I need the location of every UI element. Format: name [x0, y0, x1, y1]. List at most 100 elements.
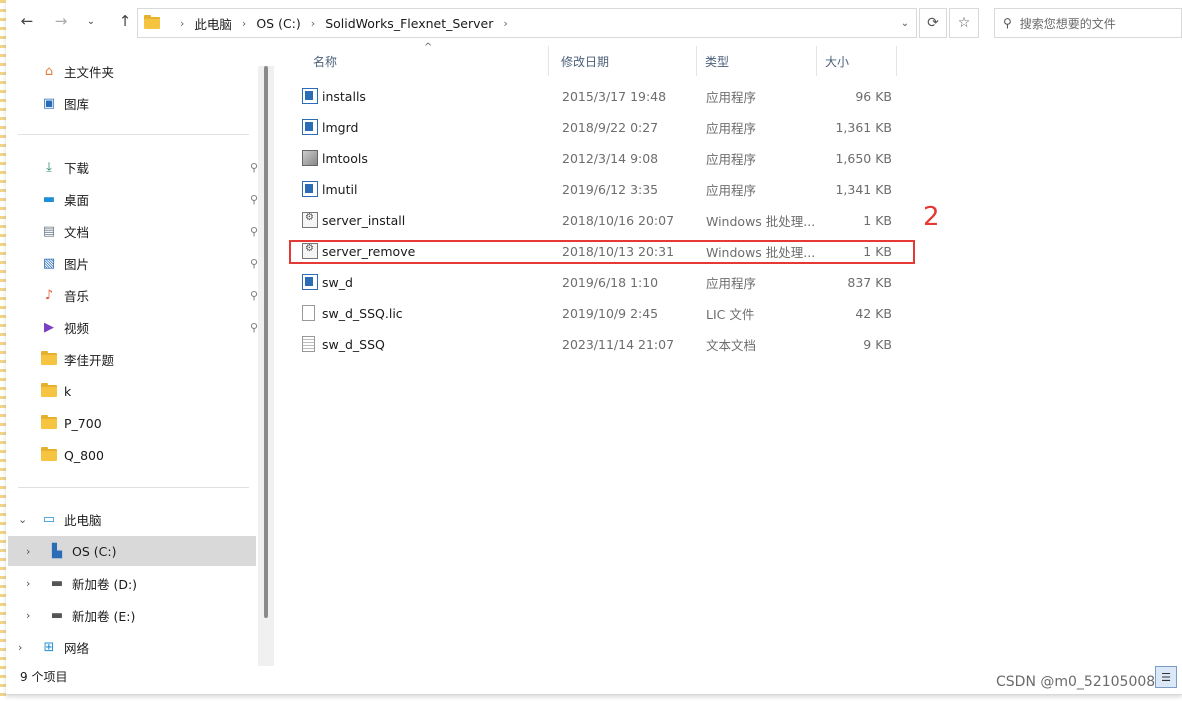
file-row[interactable]: sw_d 2019/6/18 1:10 应用程序 837 KB	[295, 268, 895, 296]
column-header-name[interactable]: 名称	[305, 46, 549, 76]
file-size: 1,361 KB	[835, 119, 892, 135]
back-arrow-icon[interactable]: ←	[14, 6, 40, 36]
nav-item-label: P_700	[64, 415, 102, 431]
chevron-right-icon[interactable]: ›	[26, 545, 30, 558]
pin-icon[interactable]: ⚲	[250, 193, 258, 206]
address-dropdown-icon[interactable]: ⌄	[894, 9, 916, 37]
file-date: 2012/3/14 9:08	[562, 150, 659, 166]
file-date: 2019/6/12 3:35	[562, 181, 659, 197]
drive-icon: ▙	[52, 543, 62, 559]
chevron-down-icon[interactable]: ⌄	[78, 6, 104, 36]
pin-icon[interactable]: ⚲	[250, 257, 258, 270]
chevron-right-icon: ›	[310, 16, 316, 30]
file-row[interactable]: server_install 2018/10/16 20:07 Windows 批处…	[295, 206, 895, 234]
nav-item-label: 此电脑	[64, 512, 102, 528]
column-header-date[interactable]: 修改日期	[553, 46, 697, 76]
file-doc-icon	[302, 305, 315, 321]
file-row[interactable]: lmtools 2012/3/14 9:08 应用程序 1,650 KB	[295, 144, 895, 172]
nav-item-label: Q_800	[64, 447, 104, 463]
network-icon: ⊞	[43, 639, 55, 655]
chevron-right-icon: ›	[241, 16, 247, 30]
watermark: CSDN @m0_52105008	[996, 674, 1156, 690]
chevron-right-icon[interactable]: ›	[18, 641, 22, 654]
nav-item-music[interactable]: ♪ 音乐 ⚲	[6, 280, 258, 310]
nav-item-label: 视频	[64, 320, 90, 336]
search-input[interactable]: ⚲ 搜索您想要的文件	[994, 8, 1182, 38]
up-arrow-icon[interactable]: ↑	[112, 6, 138, 36]
nav-item-label: 文档	[64, 224, 90, 240]
chevron-down-icon[interactable]: ⌄	[18, 513, 27, 526]
file-name: lmtools	[322, 150, 368, 166]
file-type: 应用程序	[706, 182, 757, 198]
status-item-count: 9 个项目	[20, 670, 68, 684]
folder-icon	[40, 415, 58, 431]
file-size: 96 KB	[855, 88, 892, 104]
nav-item-network[interactable]: › ⊞ 网络	[6, 632, 258, 662]
chevron-right-icon[interactable]: ›	[26, 577, 30, 590]
column-header-type[interactable]: 类型	[697, 46, 817, 76]
nav-scrollbar-thumb[interactable]	[264, 66, 268, 618]
file-explorer-window: ← → ⌄ ↑ › 此电脑 › OS (C:) › SolidWorks_Fle…	[6, 0, 1182, 695]
pin-icon[interactable]: ⚲	[250, 225, 258, 238]
file-type: Windows 批处理...	[706, 213, 816, 229]
nav-item-folder[interactable]: k	[6, 376, 258, 406]
forward-arrow-icon[interactable]: →	[48, 6, 74, 36]
nav-item-folder[interactable]: 李佳开题	[6, 344, 258, 374]
download-icon: ⤓	[46, 159, 52, 175]
star-icon[interactable]: ☆	[949, 8, 979, 38]
file-name: lmutil	[322, 181, 358, 197]
nav-item-downloads[interactable]: ⤓ 下载 ⚲	[6, 152, 258, 182]
nav-item-label: 李佳开题	[64, 352, 115, 368]
file-row[interactable]: lmutil 2019/6/12 3:35 应用程序 1,341 KB	[295, 175, 895, 203]
file-row[interactable]: sw_d_SSQ 2023/11/14 21:07 文本文档 9 KB	[295, 330, 895, 358]
nav-item-this-pc[interactable]: ⌄ ▭ 此电脑	[6, 504, 258, 534]
nav-item-folder[interactable]: Q_800	[6, 440, 258, 470]
nav-item-pictures[interactable]: ▧ 图片 ⚲	[6, 248, 258, 278]
computer-icon: ▭	[42, 511, 56, 527]
file-name: server_install	[322, 212, 406, 228]
nav-item-label: 图片	[64, 256, 90, 272]
folder-icon	[40, 383, 58, 399]
nav-item-folder[interactable]: P_700	[6, 408, 258, 438]
file-date: 2023/11/14 21:07	[562, 336, 675, 352]
nav-item-home[interactable]: ⌂ 主文件夹	[6, 56, 258, 86]
folder-icon	[144, 15, 160, 29]
file-type: 应用程序	[706, 120, 757, 136]
nav-item-label: OS (C:)	[72, 543, 117, 559]
chevron-right-icon[interactable]: ›	[26, 609, 30, 622]
breadcrumb-current-folder[interactable]: SolidWorks_Flexnet_Server	[325, 16, 493, 31]
file-row[interactable]: lmgrd 2018/9/22 0:27 应用程序 1,361 KB	[295, 113, 895, 141]
file-name: installs	[322, 88, 366, 104]
nav-item-drive-e[interactable]: › ▬ 新加卷 (E:)	[6, 600, 258, 630]
details-view-icon[interactable]: ☰	[1155, 666, 1177, 688]
nav-item-documents[interactable]: ▤ 文档 ⚲	[6, 216, 258, 246]
file-type: 应用程序	[706, 275, 757, 291]
breadcrumb-os-c[interactable]: OS (C:)	[256, 16, 300, 31]
file-name: sw_d	[322, 274, 353, 290]
file-row[interactable]: installs 2015/3/17 19:48 应用程序 96 KB	[295, 82, 895, 110]
file-app-icon	[302, 181, 318, 197]
nav-item-drive-c[interactable]: › ▙ OS (C:)	[8, 536, 256, 566]
folder-icon	[40, 447, 58, 463]
address-bar[interactable]: › 此电脑 › OS (C:) › SolidWorks_Flexnet_Ser…	[137, 8, 917, 38]
file-date: 2019/6/18 1:10	[562, 274, 659, 290]
chevron-right-icon: ›	[180, 16, 185, 30]
breadcrumb-this-pc[interactable]: 此电脑	[194, 14, 232, 33]
nav-item-desktop[interactable]: ▬ 桌面 ⚲	[6, 184, 258, 214]
pin-icon[interactable]: ⚲	[250, 161, 258, 174]
file-name: sw_d_SSQ	[322, 336, 385, 352]
nav-item-videos[interactable]: ▶ 视频 ⚲	[6, 312, 258, 342]
pin-icon[interactable]: ⚲	[250, 321, 258, 334]
nav-scrollbar[interactable]	[258, 66, 274, 666]
nav-item-gallery[interactable]: ▣ 图库	[6, 88, 258, 118]
desktop-icon: ▬	[42, 191, 56, 207]
file-name: sw_d_SSQ.lic	[322, 305, 403, 321]
column-header-size[interactable]: 大小	[817, 46, 897, 76]
file-row[interactable]: sw_d_SSQ.lic 2019/10/9 2:45 LIC 文件 42 KB	[295, 299, 895, 327]
pin-icon[interactable]: ⚲	[250, 289, 258, 302]
drive-icon: ▬	[50, 607, 64, 623]
nav-item-drive-d[interactable]: › ▬ 新加卷 (D:)	[6, 568, 258, 598]
drive-icon: ▬	[50, 575, 64, 591]
refresh-icon[interactable]: ⟳	[919, 8, 947, 38]
file-name: lmgrd	[322, 119, 359, 135]
